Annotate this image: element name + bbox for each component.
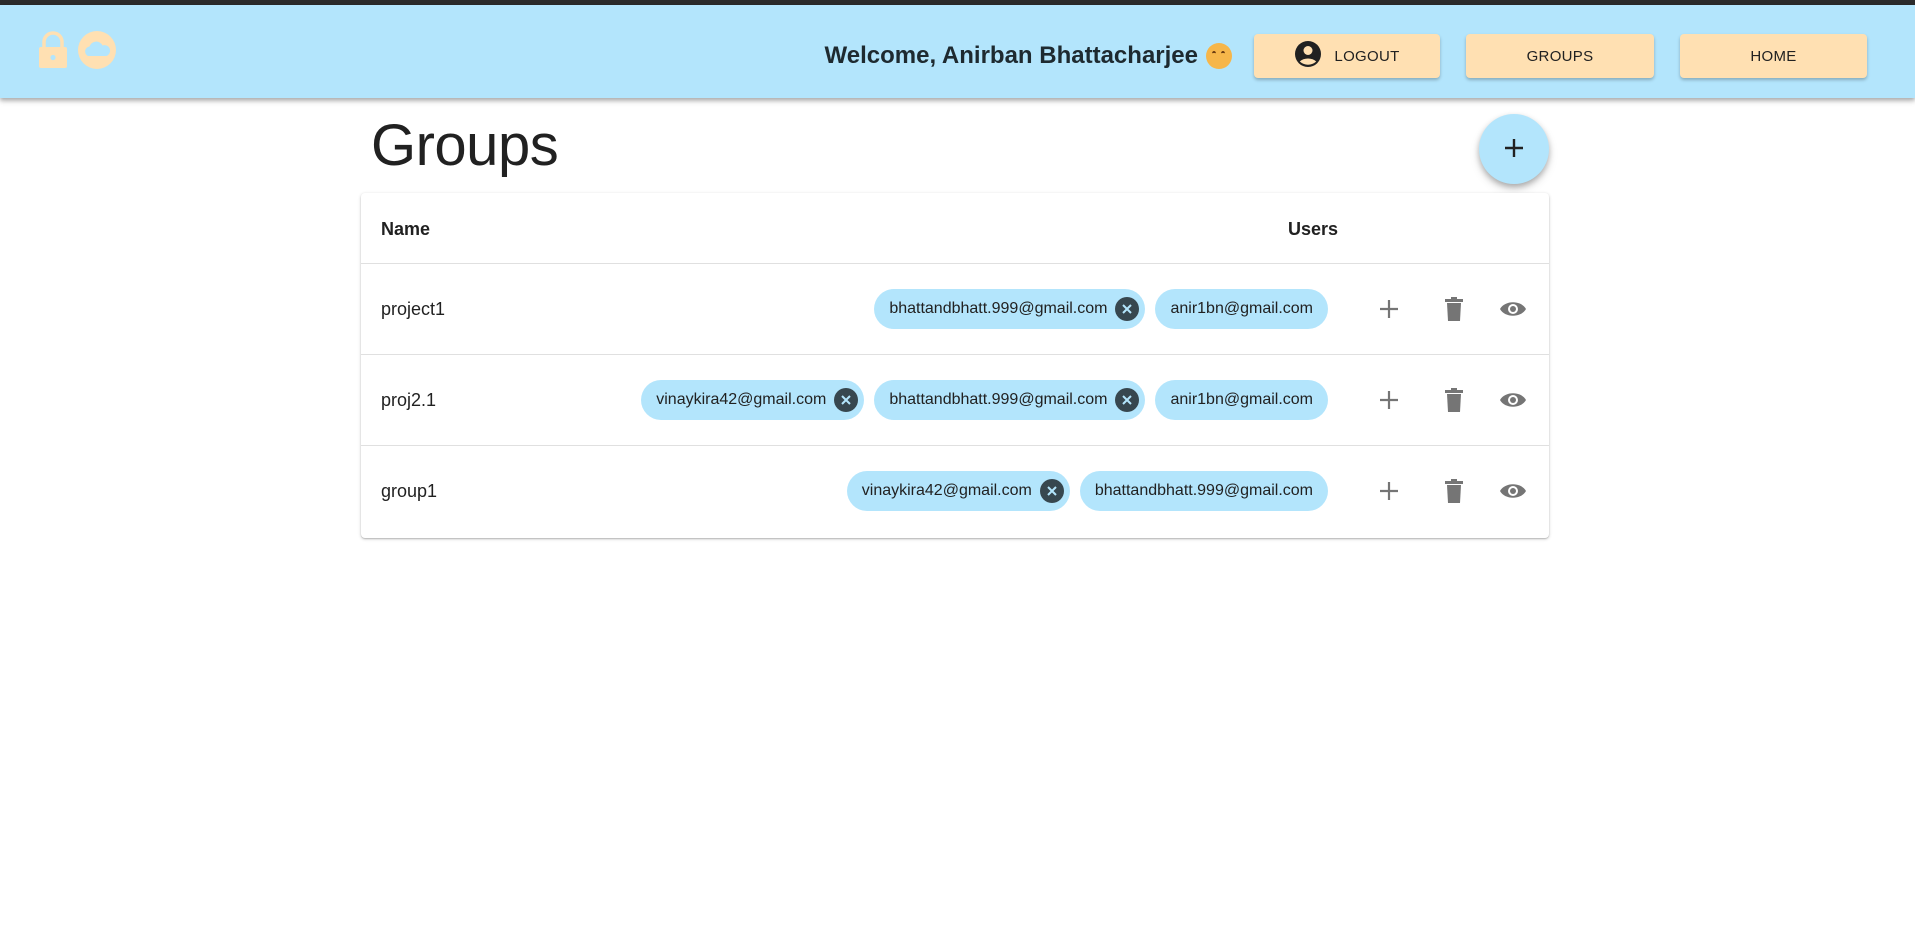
view-group-button[interactable] bbox=[1496, 293, 1530, 327]
eye-icon bbox=[1499, 481, 1527, 504]
user-email: anir1bn@gmail.com bbox=[1170, 391, 1313, 408]
group-name: group1 bbox=[381, 481, 438, 501]
user-email: bhattandbhatt.999@gmail.com bbox=[889, 391, 1108, 408]
remove-user-icon[interactable] bbox=[1039, 479, 1064, 503]
user-chip[interactable]: bhattandbhatt.999@gmail.com bbox=[874, 380, 1146, 420]
delete-group-button[interactable] bbox=[1437, 293, 1471, 327]
welcome-text: Welcome, Anirban Bhattacharjee bbox=[824, 42, 1198, 69]
column-header-users: Users bbox=[1288, 219, 1339, 239]
add-user-button[interactable] bbox=[1372, 293, 1406, 327]
user-chip[interactable]: bhattandbhatt.999@gmail.com bbox=[1079, 471, 1328, 511]
user-email: vinaykira42@gmail.com bbox=[656, 391, 827, 408]
remove-user-icon[interactable] bbox=[1115, 297, 1140, 321]
home-label: HOME bbox=[1750, 47, 1797, 65]
user-chip[interactable]: bhattandbhatt.999@gmail.com bbox=[874, 289, 1146, 329]
plus-icon bbox=[1379, 390, 1399, 413]
group-name: project1 bbox=[381, 299, 446, 319]
plus-icon bbox=[1379, 299, 1399, 322]
delete-group-button[interactable] bbox=[1437, 384, 1471, 418]
user-chip[interactable]: vinaykira42@gmail.com bbox=[846, 471, 1070, 511]
user-chip[interactable]: anir1bn@gmail.com bbox=[1155, 380, 1328, 420]
app-bar: Welcome, Anirban Bhattacharjee LOGOUT GR… bbox=[0, 5, 1915, 98]
groups-table: Name Users project1 bhattandbhatt.999@gm… bbox=[361, 193, 1549, 538]
groups-label: GROUPS bbox=[1526, 47, 1594, 65]
table-row: project1 bhattandbhatt.999@gmail.com ani… bbox=[361, 264, 1549, 355]
cloud-icon bbox=[76, 29, 118, 71]
account-circle-icon bbox=[1294, 40, 1322, 72]
trash-icon bbox=[1445, 387, 1463, 415]
trash-icon bbox=[1445, 296, 1463, 324]
delete-group-button[interactable] bbox=[1437, 475, 1471, 509]
view-group-button[interactable] bbox=[1496, 384, 1530, 418]
lock-icon bbox=[32, 29, 74, 71]
add-group-button[interactable] bbox=[1479, 114, 1549, 184]
hugging-face-emoji-icon bbox=[1206, 43, 1232, 69]
plus-icon bbox=[1379, 481, 1399, 504]
user-chip[interactable]: anir1bn@gmail.com bbox=[1155, 289, 1328, 329]
user-chip[interactable]: vinaykira42@gmail.com bbox=[641, 380, 865, 420]
user-email: vinaykira42@gmail.com bbox=[861, 482, 1032, 499]
plus-icon bbox=[1502, 136, 1526, 163]
user-chips: bhattandbhatt.999@gmail.com anir1bn@gmai… bbox=[874, 289, 1328, 329]
remove-user-icon[interactable] bbox=[834, 388, 859, 412]
logout-button[interactable]: LOGOUT bbox=[1254, 34, 1440, 78]
user-chips: vinaykira42@gmail.com bhattandbhatt.999@… bbox=[846, 471, 1328, 511]
logout-label: LOGOUT bbox=[1334, 47, 1400, 65]
welcome-message: Welcome, Anirban Bhattacharjee bbox=[800, 36, 1232, 76]
view-group-button[interactable] bbox=[1496, 475, 1530, 509]
user-chips: vinaykira42@gmail.com bhattandbhatt.999@… bbox=[641, 380, 1328, 420]
trash-icon bbox=[1445, 478, 1463, 506]
remove-user-icon[interactable] bbox=[1115, 388, 1140, 412]
groups-nav-button[interactable]: GROUPS bbox=[1466, 34, 1654, 78]
user-email: bhattandbhatt.999@gmail.com bbox=[889, 300, 1108, 317]
table-row: group1 vinaykira42@gmail.com bhattandbha… bbox=[361, 446, 1549, 537]
table-header: Name Users bbox=[361, 193, 1549, 264]
add-user-button[interactable] bbox=[1372, 384, 1406, 418]
column-header-name: Name bbox=[381, 219, 431, 239]
eye-icon bbox=[1499, 299, 1527, 322]
page-title: Groups bbox=[371, 113, 559, 178]
group-name: proj2.1 bbox=[381, 390, 437, 410]
table-row: proj2.1 vinaykira42@gmail.com bhattandbh… bbox=[361, 355, 1549, 446]
home-nav-button[interactable]: HOME bbox=[1680, 34, 1867, 78]
add-user-button[interactable] bbox=[1372, 475, 1406, 509]
user-email: bhattandbhatt.999@gmail.com bbox=[1094, 482, 1313, 499]
eye-icon bbox=[1499, 390, 1527, 413]
user-email: anir1bn@gmail.com bbox=[1170, 300, 1313, 317]
